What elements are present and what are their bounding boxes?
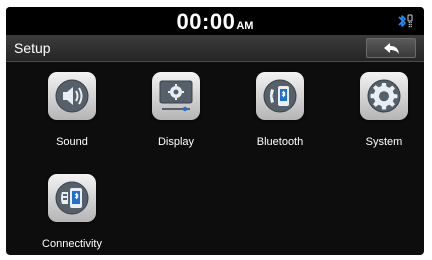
back-button[interactable]: [366, 38, 416, 58]
title-bar: Setup: [6, 35, 424, 62]
menu-item-label: Connectivity: [42, 238, 102, 250]
back-arrow-icon: [384, 43, 399, 54]
clock-time: 00:00: [176, 9, 236, 34]
clock: 00:00AM: [6, 9, 424, 35]
menu-item-connectivity[interactable]: Connectivity: [24, 174, 120, 255]
menu-item-label: Sound: [56, 136, 88, 148]
connectivity-icon: [48, 174, 96, 222]
head-unit-screen: 00:00AM Setup Sound Display Bluetooth Sy…: [6, 7, 424, 255]
menu-item-bluetooth[interactable]: Bluetooth: [232, 72, 328, 162]
bluetooth-phone-icon: [256, 72, 304, 120]
gear-icon: [360, 72, 408, 120]
menu-item-system[interactable]: System: [336, 72, 424, 162]
speaker-icon: [48, 72, 96, 120]
display-settings-icon: [152, 72, 200, 120]
menu-item-label: Display: [157, 136, 195, 148]
clock-ampm: AM: [236, 20, 254, 32]
menu-item-sound[interactable]: Sound: [24, 72, 120, 162]
page-title: Setup: [14, 40, 51, 56]
menu-item-label: System: [365, 136, 403, 148]
status-bar: 00:00AM: [6, 7, 424, 35]
menu-item-label: Bluetooth: [256, 136, 304, 148]
menu-item-display[interactable]: Display: [128, 72, 224, 162]
bluetooth-status-icon: [396, 13, 416, 29]
